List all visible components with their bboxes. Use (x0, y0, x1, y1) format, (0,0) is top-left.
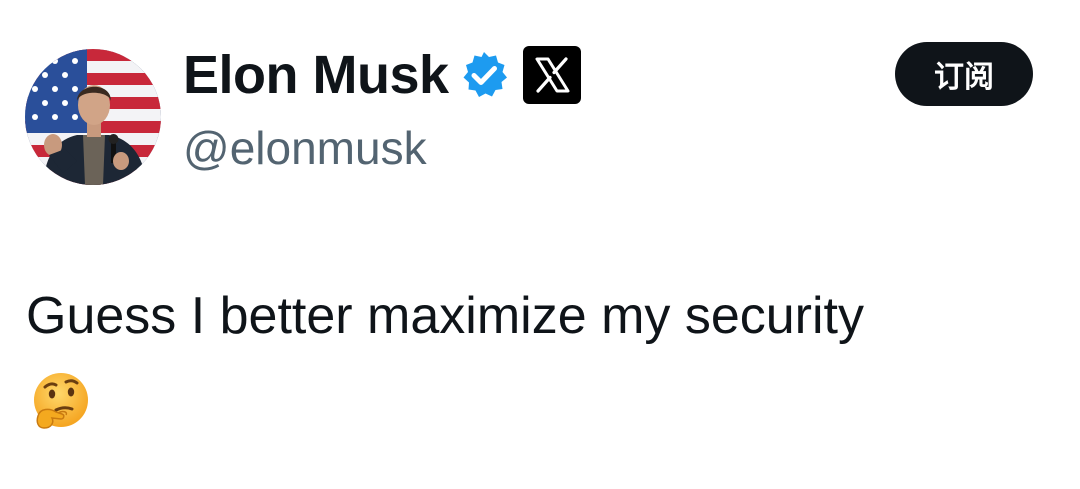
verified-badge-icon[interactable] (459, 50, 509, 100)
display-name[interactable]: Elon Musk (183, 42, 449, 108)
profile-photo (25, 49, 161, 185)
x-logo-icon[interactable] (522, 46, 581, 104)
tweet-card: Elon Musk @elonmusk 订阅 Guess I better ma… (0, 0, 1080, 489)
author-name-row: Elon Musk (183, 42, 581, 108)
subscribe-button[interactable]: 订阅 (895, 42, 1033, 106)
avatar[interactable] (25, 49, 161, 185)
user-handle[interactable]: @elonmusk (183, 120, 427, 176)
tweet-text: Guess I better maximize my security (26, 287, 864, 345)
thinking-face-icon (30, 370, 92, 432)
